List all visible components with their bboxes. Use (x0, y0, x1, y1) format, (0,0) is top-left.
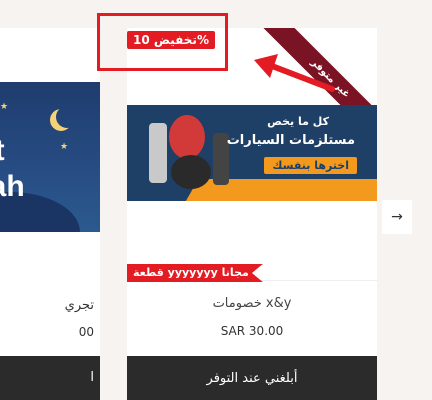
banner-text-line1: st (0, 134, 5, 168)
product-name[interactable]: تجري (65, 298, 94, 313)
product-image[interactable]: كل ما يخص مستلزمات السيارات اخترها بنفسك (127, 105, 377, 201)
banner-line1: كل ما يخص (267, 115, 329, 128)
product-price: 00 (78, 325, 94, 339)
carousel-next-button[interactable]: → (382, 200, 412, 234)
product-card-previous[interactable]: ★ ★ st rah تجري 00 ا (0, 28, 100, 400)
moon-graphic (56, 106, 78, 128)
product-image-previous[interactable]: ★ ★ st rah (0, 82, 100, 232)
banner-line2: مستلزمات السيارات (226, 133, 355, 148)
star-icon: ★ (0, 102, 9, 112)
notify-when-available-button[interactable]: أبلغني عند التوفر (127, 356, 377, 400)
banner-cta: اخترها بنفسك (264, 157, 357, 174)
banner-text-line2: rah (0, 170, 25, 203)
notify-button[interactable]: ا (0, 356, 100, 400)
product-name[interactable]: خصومات x&y (127, 296, 377, 311)
free-gift-badge: قطعة yyyyyyy مجانا (127, 264, 263, 282)
car-tools-graphic (149, 115, 231, 193)
product-card[interactable]: غير متوفر تخفيض 10% كل ما يخص مستلزمات ا… (127, 28, 377, 400)
annotation-highlight-box (97, 13, 228, 71)
product-price: SAR 30.00 (220, 324, 284, 338)
product-carousel: ★ ★ st rah تجري 00 ا غير متوفر تخفيض 10%… (0, 0, 432, 400)
arrow-right-icon: → (391, 209, 403, 225)
star-icon: ★ (60, 142, 69, 152)
